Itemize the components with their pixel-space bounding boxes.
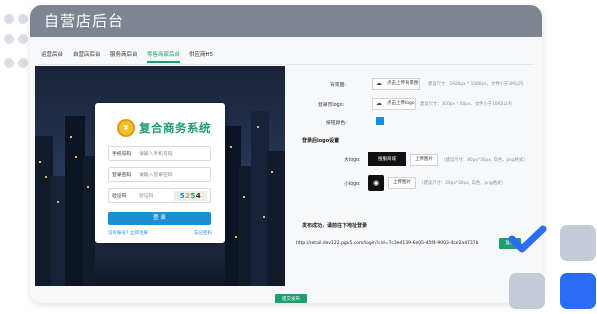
- logo-label: 登录页logo:: [318, 103, 345, 108]
- brand-name: 复合商务系统: [139, 121, 211, 135]
- phone-input[interactable]: 手机号码 请输入手机号码: [108, 146, 211, 161]
- background-hint: 建议尺寸：1920px * 1080px，文件小于3M以内: [428, 82, 524, 87]
- small-logo-label: 小logo:: [344, 182, 361, 187]
- background-label: 背景图:: [330, 83, 347, 88]
- login-card: ¥ 复合商务系统 手机号码 请输入手机号码 登录密码 请输入登录密码 验证码 验…: [95, 103, 225, 243]
- button-color-label: 按钮颜色:: [326, 121, 347, 126]
- tab-supplier-h5[interactable]: 供应商H5: [189, 50, 213, 58]
- password-input[interactable]: 登录密码 请输入登录密码: [108, 167, 211, 182]
- cloud-upload-icon: ☁: [376, 100, 382, 107]
- forgot-password-link[interactable]: 忘记密码: [194, 230, 212, 236]
- big-logo-text: 搜服商城: [378, 157, 396, 162]
- checkmark-icon: [507, 223, 549, 261]
- submit-publish-button[interactable]: 提交发布: [275, 294, 307, 303]
- decorative-tile-gray-bottom: [509, 273, 545, 309]
- login-url: http://retail.dev122.pgv5.com/login?cid=…: [296, 241, 479, 246]
- decorative-tile-blue: [560, 273, 596, 309]
- active-tab-indicator: [147, 61, 180, 63]
- upload-small-logo-button[interactable]: 上传图片: [388, 177, 416, 189]
- cloud-upload-icon: ☁: [376, 80, 382, 87]
- decorative-tile-gray-top: [560, 225, 596, 261]
- brand-logo-icon: ¥: [117, 119, 135, 137]
- big-logo-preview: 搜服商城: [368, 152, 406, 166]
- tab-provider-admin[interactable]: 服务商后台: [110, 50, 138, 58]
- captcha-image[interactable]: 5254: [174, 191, 207, 201]
- after-login-logo-title: 登录后logo设置: [302, 138, 340, 144]
- small-logo-hint: (建议尺寸：30px*30px, 白色，png格式): [422, 181, 503, 186]
- admin-window: 自营店后台 运营后台 自营店后台 服务商后台 零售商家后台 供应商H5 ¥ 复合…: [30, 5, 542, 303]
- upload-big-logo-button[interactable]: 上传图片: [410, 154, 438, 166]
- login-preview: ¥ 复合商务系统 手机号码 请输入手机号码 登录密码 请输入登录密码 验证码 验…: [35, 66, 285, 286]
- window-title: 自营店后台: [30, 5, 542, 37]
- login-button[interactable]: 登 录: [108, 212, 211, 225]
- screenshot-root: 自营店后台 运营后台 自营店后台 服务商后台 零售商家后台 供应商H5 ¥ 复合…: [0, 0, 597, 314]
- phone-label: 手机号码: [112, 152, 132, 157]
- password-placeholder: 请输入登录密码: [139, 173, 173, 178]
- tab-bar: 运营后台 自营店后台 服务商后台 零售商家后台 供应商H5: [30, 47, 542, 65]
- upload-background-button[interactable]: ☁ 点击上传背景图: [372, 78, 420, 90]
- big-logo-hint: (建议尺寸：80px*30px, 白色，png格式): [444, 158, 525, 163]
- register-link[interactable]: 没有账号? 立即注册: [108, 230, 148, 236]
- button-color-swatch[interactable]: [376, 117, 384, 125]
- brand-logo: ¥ 复合商务系统: [117, 119, 211, 137]
- upload-logo-button[interactable]: ☁ 点击上传logo: [372, 98, 416, 110]
- big-logo-label: 大logo:: [344, 158, 361, 163]
- publish-success-message: 发布成功，请前往下地址登录: [302, 223, 368, 229]
- small-logo-preview: ◉: [368, 175, 384, 191]
- tab-retail-admin[interactable]: 零售商家后台: [147, 50, 180, 58]
- phone-placeholder: 请输入手机号码: [139, 152, 173, 157]
- captcha-label: 验证码: [112, 194, 127, 199]
- small-logo-icon: ◉: [372, 179, 380, 187]
- settings-panel: 背景图: ☁ 点击上传背景图 建议尺寸：1920px * 1080px，文件小于3…: [292, 67, 537, 283]
- password-label: 登录密码: [112, 173, 132, 178]
- tab-divider: [38, 64, 534, 65]
- logo-hint: 建议尺寸：300px * 60px，文件小于10KB以内: [420, 102, 512, 107]
- captcha-input[interactable]: 验证码 验证码 5254: [108, 188, 211, 203]
- tab-selfstore-admin[interactable]: 自营店后台: [73, 50, 101, 58]
- captcha-placeholder: 验证码: [139, 194, 154, 199]
- tab-ops-admin[interactable]: 运营后台: [41, 50, 63, 58]
